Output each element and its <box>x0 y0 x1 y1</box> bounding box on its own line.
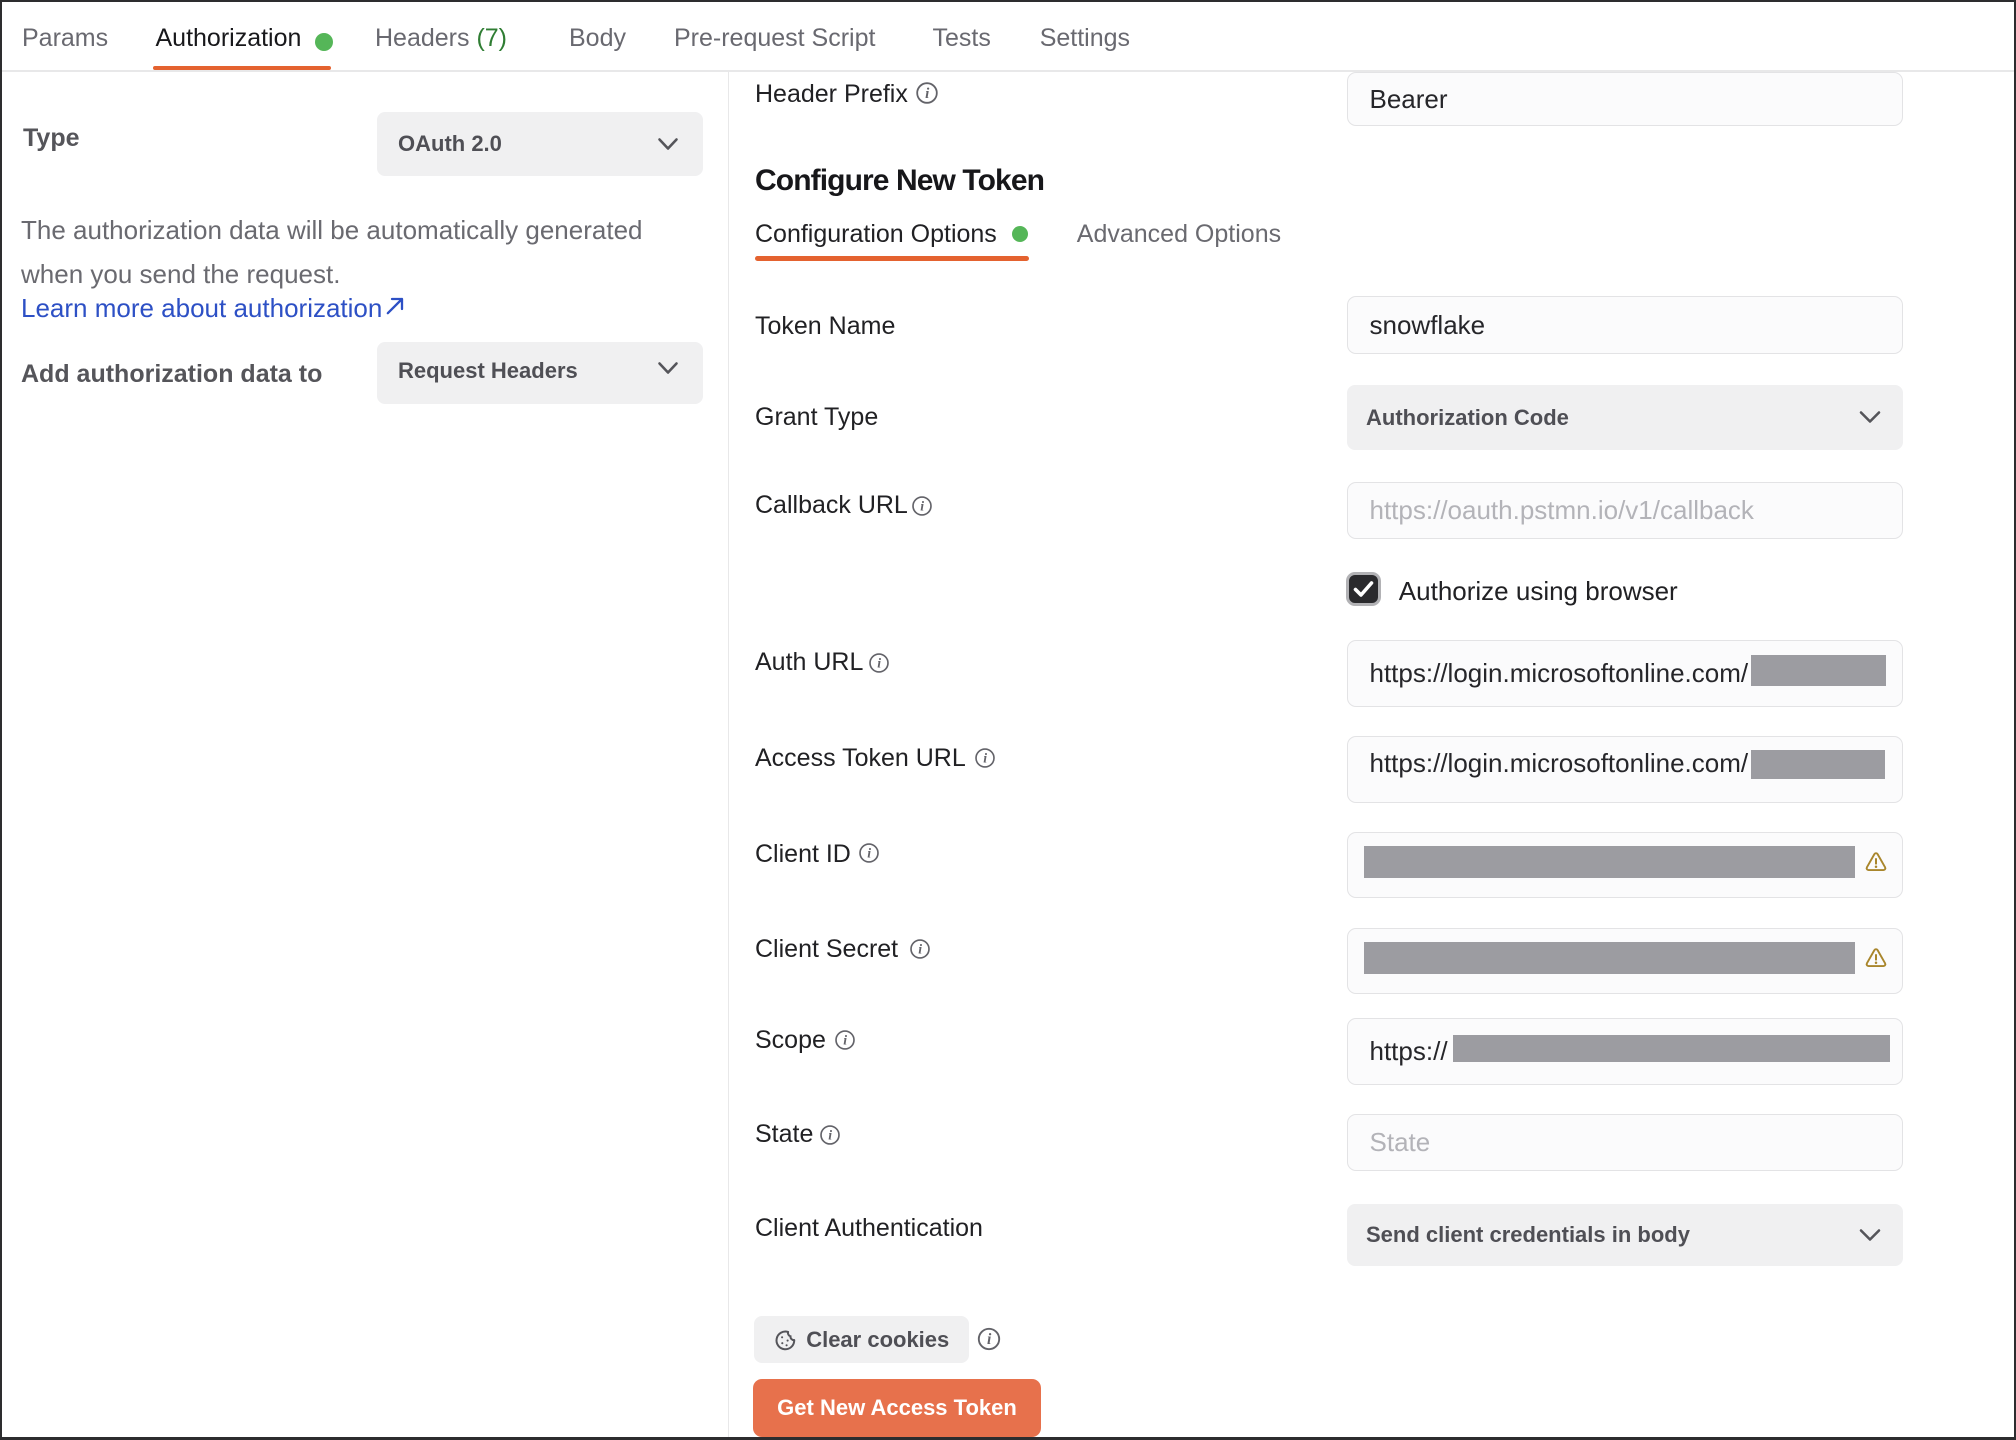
svg-text:i: i <box>983 751 987 766</box>
svg-text:i: i <box>925 86 930 102</box>
svg-text:i: i <box>987 1332 992 1349</box>
svg-text:i: i <box>867 846 871 861</box>
svg-text:i: i <box>920 498 924 513</box>
svg-text:i: i <box>843 1033 847 1048</box>
svg-text:i: i <box>878 655 882 670</box>
svg-text:i: i <box>829 1127 833 1142</box>
svg-text:i: i <box>918 942 922 957</box>
